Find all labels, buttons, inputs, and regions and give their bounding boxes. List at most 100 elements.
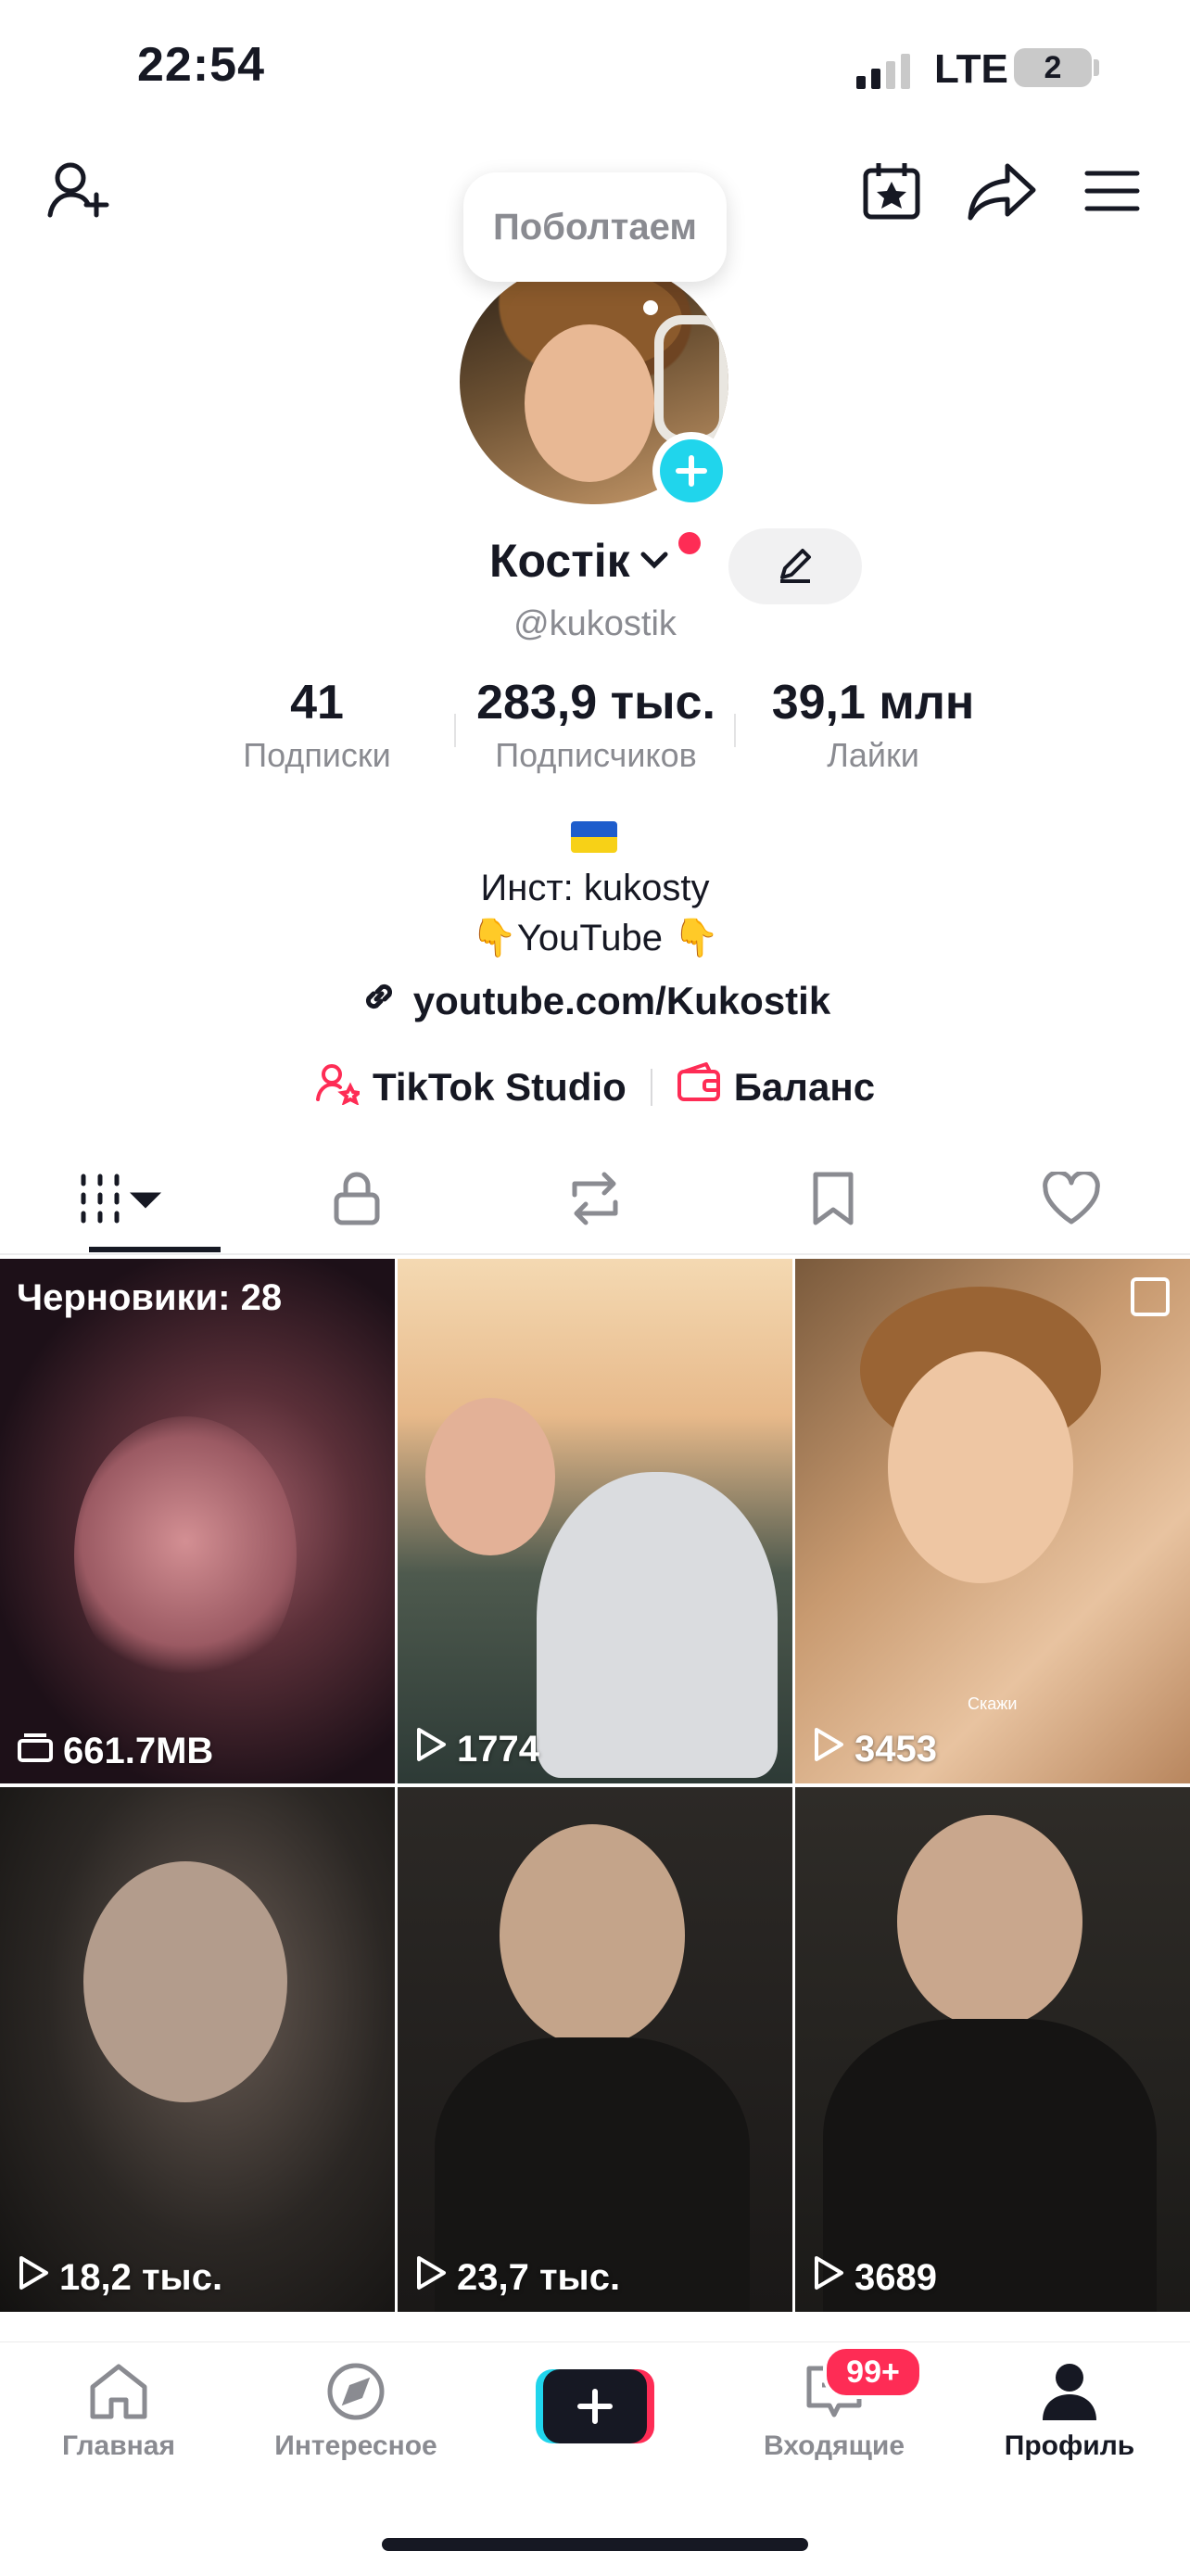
battery-icon: 2 [1014, 48, 1092, 87]
followers-label: Подписчиков [495, 736, 697, 774]
video-thumbnail [425, 1398, 555, 1555]
bubble-tail [643, 300, 658, 315]
signal-icon [856, 48, 910, 89]
profile-tabs [0, 1149, 1190, 1251]
nav-inbox-label: Входящие [763, 2430, 905, 2461]
tab-private[interactable] [238, 1149, 476, 1251]
person-star-icon [315, 1060, 363, 1114]
nav-explore-label: Интересное [274, 2430, 437, 2461]
battery-level: 2 [1044, 49, 1062, 85]
video-stat: 3689 [812, 2254, 937, 2301]
likes-stat[interactable]: 39,1 млн Лайки [762, 675, 984, 775]
home-indicator[interactable] [382, 2538, 808, 2551]
profile-name-switcher[interactable]: Костік [489, 534, 671, 588]
tab-favorites[interactable] [714, 1149, 952, 1251]
bio-line: 👇YouTube 👇 [471, 918, 719, 958]
heart-icon [1042, 1169, 1101, 1230]
view-count: 23,7 тыс. [457, 2256, 621, 2298]
play-icon [812, 1726, 845, 1772]
followers-stat[interactable]: 283,9 тыс. Подписчиков [462, 675, 730, 775]
video-thumbnail [888, 1351, 1073, 1583]
video-stat: 18,2 тыс. [17, 2254, 222, 2301]
calendar-star-icon[interactable] [855, 154, 929, 228]
video-tile[interactable]: 18,2 тыс. [0, 1787, 395, 2312]
tab-reposts[interactable] [476, 1149, 715, 1251]
video-thumbnail [83, 1861, 287, 2102]
view-count: 3453 [855, 1728, 937, 1770]
add-story-button[interactable] [652, 432, 730, 510]
stat-divider [454, 714, 456, 747]
balance-label: Баланс [733, 1065, 876, 1109]
video-thumbnail [897, 1815, 1082, 2028]
profile-handle: @kukostik [513, 604, 677, 643]
video-caption: Скажи [968, 1694, 1018, 1713]
repost-icon [565, 1171, 625, 1231]
link-icon [360, 977, 399, 1025]
notification-dot [678, 532, 701, 554]
view-count: 1774 [457, 1728, 539, 1770]
play-icon [812, 2254, 845, 2301]
drafts-label: Черновики: 28 [17, 1277, 283, 1318]
video-tile[interactable]: 1774 [398, 1259, 792, 1783]
balance-button[interactable]: Баланс [677, 1062, 875, 1112]
bio-line: Инст: kukosty [480, 868, 710, 908]
tiktok-studio-button[interactable]: TikTok Studio [315, 1060, 627, 1114]
drafts-stack-icon [17, 1731, 54, 1772]
video-stat: 23,7 тыс. [414, 2254, 620, 2301]
edit-profile-button[interactable] [728, 528, 862, 604]
tiktok-studio-label: TikTok Studio [372, 1065, 627, 1109]
video-tile[interactable]: Скажи 3453 [795, 1259, 1190, 1783]
video-stat: 661.7MB [17, 1731, 213, 1772]
share-arrow-icon[interactable] [962, 154, 1042, 228]
video-tile[interactable]: 3689 [795, 1787, 1190, 2312]
stat-divider [734, 714, 736, 747]
wallet-icon [677, 1062, 721, 1112]
likes-label: Лайки [827, 736, 919, 774]
followers-count: 283,9 тыс. [476, 676, 715, 730]
video-thumbnail [74, 1416, 297, 1694]
compass-icon [323, 2361, 388, 2427]
status-bubble[interactable]: Поболтаем [463, 172, 727, 282]
nav-profile[interactable]: Профиль [968, 2361, 1171, 2462]
nav-explore[interactable]: Интересное [254, 2361, 458, 2462]
tab-videos[interactable] [0, 1149, 238, 1251]
grid-icon [74, 1171, 163, 1231]
drafts-tile[interactable]: Черновики: 28 661.7MB [0, 1259, 395, 1783]
following-count: 41 [290, 676, 344, 730]
drafts-size: 661.7MB [63, 1731, 214, 1771]
create-button[interactable] [536, 2369, 654, 2443]
video-grid: Черновики: 28 661.7MB 1774 Скажи 3453 18… [0, 1259, 1190, 2312]
status-time: 22:54 [137, 38, 265, 92]
plus-icon [543, 2369, 647, 2443]
active-tab-indicator [89, 1247, 221, 1252]
video-stat: 3453 [812, 1726, 937, 1772]
video-thumbnail [500, 1824, 685, 2047]
following-label: Подписки [243, 736, 391, 774]
play-icon [414, 1726, 448, 1772]
person-plus-icon[interactable] [41, 154, 115, 228]
following-stat[interactable]: 41 Подписки [224, 675, 410, 775]
profile-name: Костік [489, 535, 630, 587]
play-icon [17, 2254, 50, 2301]
tabs-divider [0, 1253, 1190, 1255]
hamburger-menu-icon[interactable] [1075, 154, 1149, 228]
bio-link-text: youtube.com/Kukostik [412, 979, 831, 1022]
nav-profile-label: Профиль [1004, 2430, 1135, 2461]
battery-tip [1094, 59, 1099, 76]
nav-home-label: Главная [61, 2430, 175, 2461]
bio-link[interactable]: youtube.com/Kukostik [0, 977, 1190, 1025]
bookmark-icon [810, 1171, 856, 1231]
video-tile[interactable]: 23,7 тыс. [398, 1787, 792, 2312]
pencil-icon [775, 544, 816, 590]
profile-shortcuts: TikTok Studio Баланс [0, 1060, 1190, 1114]
home-icon [85, 2361, 152, 2427]
video-stat: 1774 [414, 1726, 539, 1772]
tab-liked[interactable] [952, 1149, 1190, 1251]
multi-photo-icon [1131, 1277, 1170, 1316]
ukraine-flag-icon [571, 821, 617, 853]
lock-icon [331, 1171, 383, 1231]
inbox-badge: 99+ [823, 2345, 923, 2399]
nav-home[interactable]: Главная [17, 2361, 221, 2462]
likes-count: 39,1 млн [771, 676, 975, 730]
profile-icon [1039, 2361, 1100, 2427]
